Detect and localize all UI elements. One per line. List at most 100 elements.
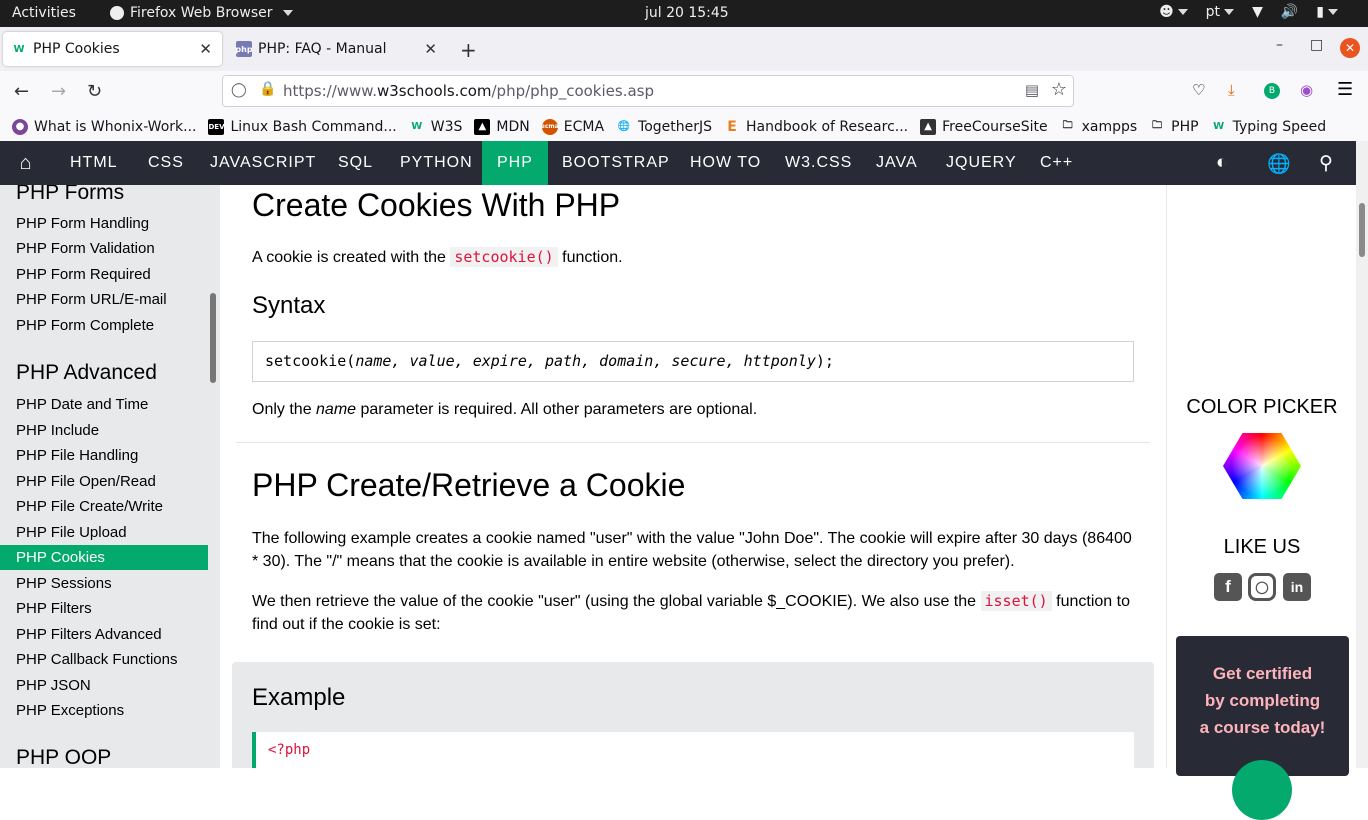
sidebar-link[interactable]: PHP File Handling: [0, 443, 208, 468]
sidebar-link-active[interactable]: PHP Cookies: [0, 545, 208, 570]
bookmark-item[interactable]: 🌐 TogetherJS: [616, 119, 712, 135]
sidebar-link[interactable]: PHP File Create/Write: [0, 494, 208, 519]
maximize-icon[interactable]: □: [1310, 37, 1323, 53]
ecma-icon: ecma: [541, 118, 559, 135]
facebook-icon[interactable]: f: [1214, 573, 1242, 601]
color-picker-heading: COLOR PICKER: [1186, 396, 1338, 418]
reload-icon[interactable]: ↻: [87, 81, 102, 102]
accessibility-icon[interactable]: ☻: [1159, 4, 1188, 20]
folder-icon: 🗀: [1062, 120, 1073, 131]
nav-javascript[interactable]: JAVASCRIPT: [195, 141, 331, 185]
search-icon[interactable]: ⚲: [1319, 152, 1334, 175]
close-tab-icon[interactable]: ✕: [199, 40, 212, 58]
reader-view-icon[interactable]: ▤: [1025, 81, 1039, 99]
app-name: Firefox Web Browser: [130, 5, 273, 21]
bookmark-folder[interactable]: 🗀 PHP: [1149, 119, 1198, 135]
bookmark-item[interactable]: W Typing Speed: [1211, 119, 1326, 135]
sidebar-scrollbar[interactable]: [210, 293, 216, 383]
url-text[interactable]: https://www.w3schools.com/php/php_cookie…: [283, 82, 654, 100]
home-icon[interactable]: ⌂: [0, 141, 52, 185]
cert-text-line: a course today!: [1199, 718, 1326, 737]
bookmark-item[interactable]: ● What is Whonix-Work...: [12, 118, 196, 135]
instagram-icon[interactable]: ◯: [1248, 573, 1276, 601]
bookmark-item[interactable]: ▲ MDN: [474, 118, 530, 135]
sidebar-link[interactable]: PHP Callback Functions: [0, 647, 208, 672]
nav-java[interactable]: JAVA: [861, 141, 933, 185]
retrieve-paragraph: We then retrieve the value of the cookie…: [252, 591, 1130, 633]
nav-sql[interactable]: SQL: [323, 141, 388, 185]
color-picker-hexagon[interactable]: [1223, 433, 1301, 499]
language-indicator[interactable]: pt: [1206, 4, 1235, 20]
window-close-button[interactable]: ✕: [1340, 38, 1360, 58]
globe-icon: 🌐: [617, 121, 631, 132]
nav-w3css[interactable]: W3.CSS: [770, 141, 867, 185]
bookmark-folder[interactable]: 🗀 xampps: [1060, 119, 1138, 135]
new-tab-button[interactable]: +: [460, 38, 477, 62]
sidebar-link[interactable]: PHP Filters: [0, 596, 208, 621]
dark-mode-icon[interactable]: ◐: [1216, 152, 1228, 174]
tab-title: PHP Cookies: [33, 41, 120, 57]
scrollbar-thumb[interactable]: [1359, 203, 1365, 257]
bookmark-item[interactable]: DEV Linux Bash Command...: [208, 118, 397, 135]
bookmark-item[interactable]: ecma ECMA: [541, 118, 604, 135]
tab-php-faq[interactable]: php PHP: FAQ - Manual ✕: [228, 32, 447, 66]
heading-syntax: Syntax: [252, 292, 326, 319]
back-arrow-icon[interactable]: ←: [14, 81, 29, 102]
url-bar[interactable]: ◯ 🔒 https://www.w3schools.com/php/php_co…: [222, 75, 1074, 107]
certification-ad[interactable]: Get certified by completing a course tod…: [1176, 636, 1349, 820]
sidebar-link[interactable]: PHP Form Handling: [0, 211, 208, 236]
tracking-shield-icon[interactable]: ◯: [231, 82, 247, 98]
nav-bootstrap[interactable]: BOOTSTRAP: [547, 141, 685, 185]
nav-cpp[interactable]: C++: [1025, 141, 1088, 185]
sidebar-link[interactable]: PHP Form Complete: [0, 313, 208, 338]
nav-python[interactable]: PYTHON: [385, 141, 488, 185]
system-tray[interactable]: ☻ pt ▼ 🔊 ▮: [1159, 4, 1338, 20]
hamburger-menu-icon[interactable]: ☰: [1337, 79, 1353, 100]
sidebar-link[interactable]: PHP File Open/Read: [0, 469, 208, 494]
sidebar-link[interactable]: PHP File Upload: [0, 520, 208, 545]
clock[interactable]: jul 20 15:45: [645, 5, 729, 21]
nav-jquery[interactable]: JQUERY: [931, 141, 1032, 185]
w3schools-icon: W: [411, 121, 423, 132]
linkedin-icon[interactable]: in: [1283, 573, 1311, 601]
bookmark-star-icon[interactable]: ☆: [1051, 79, 1067, 100]
extension-broadcast-icon[interactable]: ◉: [1300, 81, 1313, 99]
inline-code: setcookie(): [450, 247, 558, 267]
nav-php[interactable]: PHP: [482, 141, 548, 185]
sidebar-link[interactable]: PHP Exceptions: [0, 698, 208, 723]
bookmarks-toolbar: ● What is Whonix-Work... DEV Linux Bash Co…: [0, 112, 1368, 141]
pocket-icon[interactable]: ♡: [1192, 81, 1205, 99]
activities-button[interactable]: Activities: [12, 5, 76, 21]
sidebar-link[interactable]: PHP Date and Time: [0, 392, 208, 417]
sidebar-link[interactable]: PHP Form URL/E-mail: [0, 287, 208, 312]
close-tab-icon[interactable]: ✕: [424, 40, 437, 58]
nav-html[interactable]: HTML: [55, 141, 133, 185]
forward-arrow-icon[interactable]: →: [51, 81, 66, 102]
sidebar-link[interactable]: PHP Sessions: [0, 571, 208, 596]
sidebar-link[interactable]: PHP Form Required: [0, 262, 208, 287]
minimize-icon[interactable]: –: [1276, 37, 1283, 53]
nav-howto[interactable]: HOW TO: [675, 141, 776, 185]
bookmark-item[interactable]: W W3S: [409, 119, 462, 135]
extension-icon[interactable]: B: [1264, 83, 1280, 99]
download-icon[interactable]: ⤓: [1228, 81, 1235, 99]
navigation-toolbar: ← → ↻ ◯ 🔒 https://www.w3schools.com/php/…: [0, 71, 1368, 112]
bookmark-item[interactable]: ▲ FreeCourseSite: [920, 118, 1048, 135]
nav-css[interactable]: CSS: [133, 141, 199, 185]
cert-button[interactable]: [1232, 760, 1292, 820]
lock-icon[interactable]: 🔒: [259, 81, 276, 97]
folder-icon: 🗀: [1152, 120, 1163, 131]
sidebar-link[interactable]: PHP Include: [0, 418, 208, 443]
sidebar-link[interactable]: PHP Filters Advanced: [0, 622, 208, 647]
bookmark-item[interactable]: E Handbook of Researc...: [724, 119, 908, 135]
app-menu[interactable]: Firefox Web Browser: [110, 5, 293, 21]
tab-php-cookies[interactable]: W PHP Cookies ✕: [3, 32, 222, 66]
globe-icon[interactable]: 🌐: [1267, 152, 1292, 176]
sidebar-link[interactable]: PHP JSON: [0, 673, 208, 698]
mdn-icon: ▲: [474, 118, 491, 135]
heading-create-retrieve: PHP Create/Retrieve a Cookie: [252, 467, 686, 503]
page-scrollbar[interactable]: [1356, 141, 1368, 768]
sidebar-link[interactable]: PHP Form Validation: [0, 236, 208, 261]
network-icon: ▼: [1252, 4, 1263, 20]
main-content: Create Cookies With PHP A cookie is crea…: [220, 185, 1166, 768]
